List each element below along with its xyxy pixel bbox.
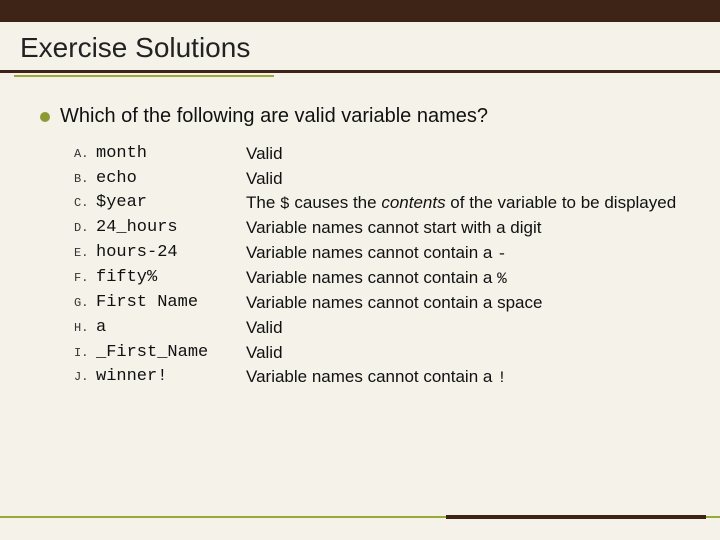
answer-row: C.$yearThe $ causes the contents of the … <box>74 191 690 216</box>
answer-explain: Variable names cannot contain a ! <box>246 365 690 390</box>
footer-bar <box>446 515 706 519</box>
answer-row: F.fifty%Variable names cannot contain a … <box>74 266 690 291</box>
answer-letter: H. <box>74 316 96 337</box>
answer-row: G.First NameVariable names cannot contai… <box>74 291 690 316</box>
answer-row: A.monthValid <box>74 142 690 167</box>
answer-explain: Valid <box>246 316 690 341</box>
variable-name: fifty% <box>96 266 246 291</box>
answer-row: H.aValid <box>74 316 690 341</box>
answer-explain: Variable names cannot start with a digit <box>246 216 690 241</box>
variable-name: month <box>96 142 246 167</box>
bullet-icon <box>40 112 50 122</box>
footer-accent <box>0 516 720 518</box>
answer-letter: B. <box>74 167 96 188</box>
header-bar <box>0 0 720 22</box>
variable-name: echo <box>96 167 246 192</box>
answer-letter: I. <box>74 341 96 362</box>
variable-name: hours-24 <box>96 241 246 266</box>
answer-row: I._First_NameValid <box>74 341 690 366</box>
variable-name: a <box>96 316 246 341</box>
answer-explain: The $ causes the contents of the variabl… <box>246 191 690 216</box>
answer-letter: D. <box>74 216 96 237</box>
variable-name: _First_Name <box>96 341 246 366</box>
answer-letter: E. <box>74 241 96 262</box>
answer-letter: G. <box>74 291 96 312</box>
title-underline <box>0 70 720 73</box>
answers-list: A.monthValidB.echoValidC.$yearThe $ caus… <box>74 142 690 391</box>
slide-title: Exercise Solutions <box>20 32 700 64</box>
variable-name: $year <box>96 191 246 216</box>
answer-explain: Valid <box>246 341 690 366</box>
variable-name: First Name <box>96 291 246 316</box>
answer-explain: Valid <box>246 167 690 192</box>
title-area: Exercise Solutions <box>0 22 720 70</box>
answer-row: E.hours-24Variable names cannot contain … <box>74 241 690 266</box>
answer-letter: C. <box>74 191 96 212</box>
question-text: Which of the following are valid variabl… <box>60 105 488 128</box>
answer-explain: Variable names cannot contain a - <box>246 241 690 266</box>
variable-name: winner! <box>96 365 246 390</box>
question-line: Which of the following are valid variabl… <box>40 105 690 128</box>
answer-letter: J. <box>74 365 96 386</box>
answer-letter: F. <box>74 266 96 287</box>
answer-row: B.echoValid <box>74 167 690 192</box>
answer-row: D.24_hoursVariable names cannot start wi… <box>74 216 690 241</box>
answer-explain: Variable names cannot contain a space <box>246 291 690 316</box>
answer-explain: Valid <box>246 142 690 167</box>
variable-name: 24_hours <box>96 216 246 241</box>
answer-letter: A. <box>74 142 96 163</box>
content-area: Which of the following are valid variabl… <box>0 77 720 401</box>
answer-row: J.winner!Variable names cannot contain a… <box>74 365 690 390</box>
answer-explain: Variable names cannot contain a % <box>246 266 690 291</box>
